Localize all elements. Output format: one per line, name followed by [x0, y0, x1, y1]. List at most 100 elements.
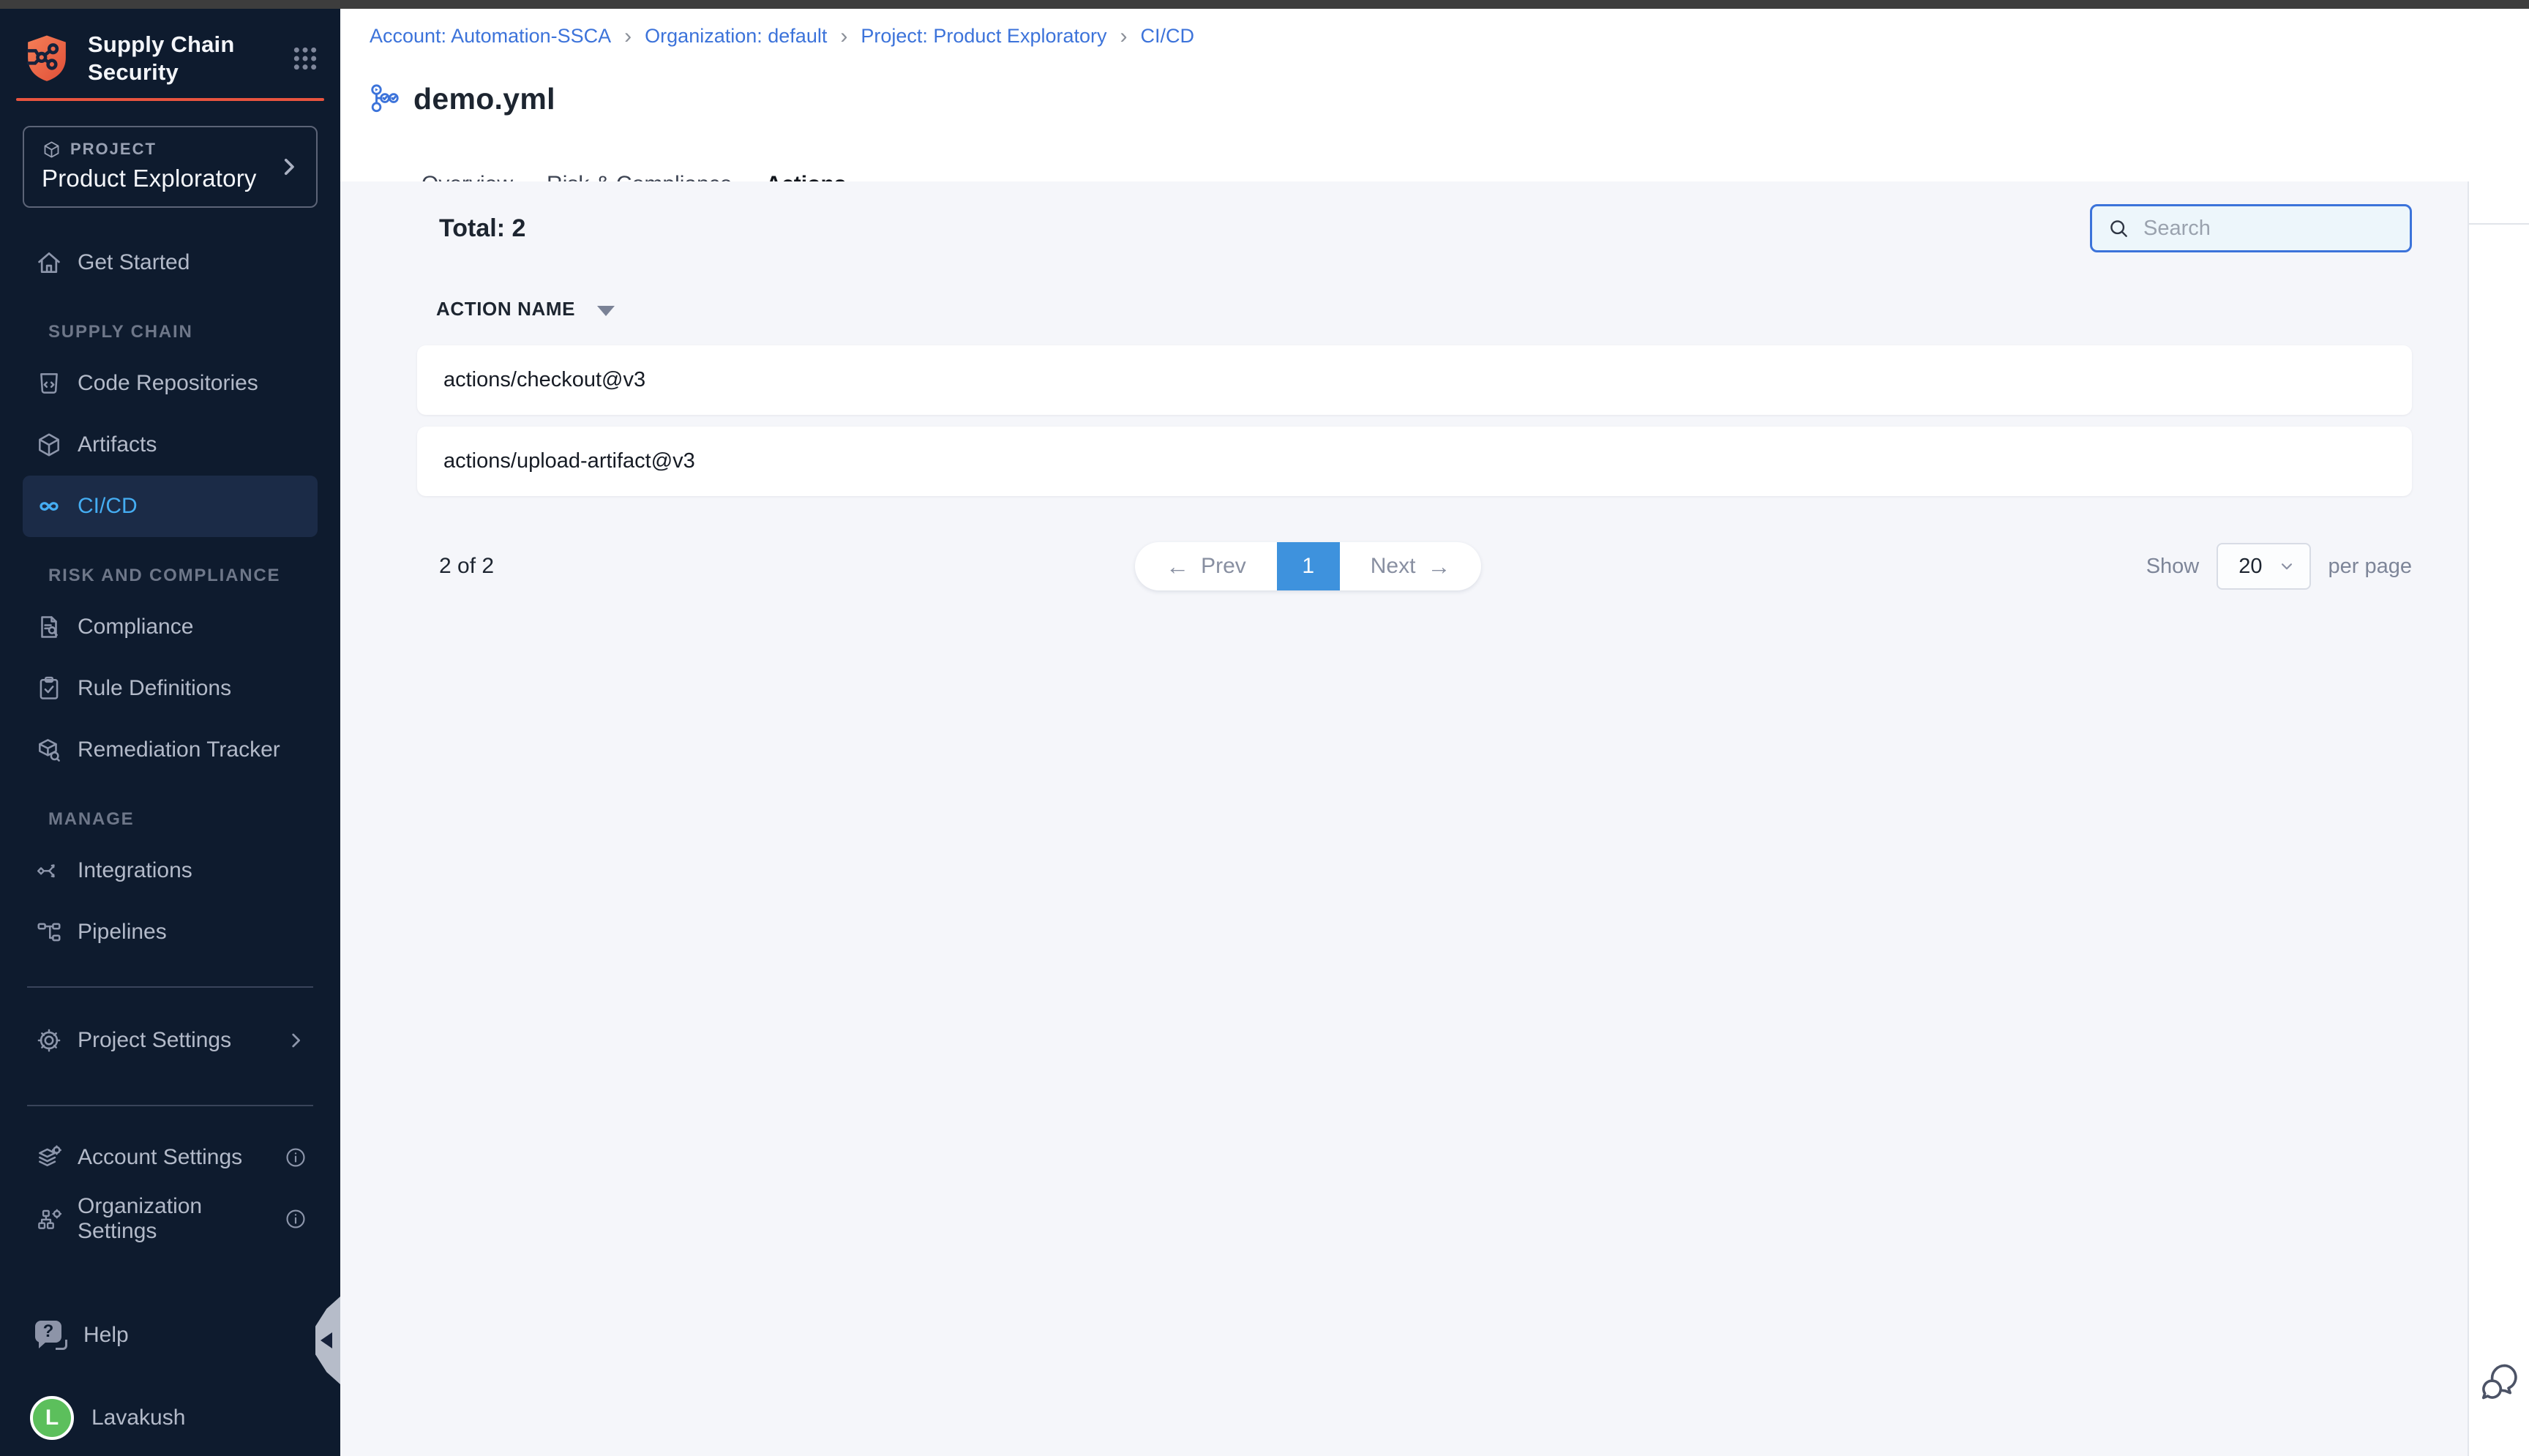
table-header-action-name[interactable]: ACTION NAME — [436, 298, 2468, 320]
sidebar-item-rule-definitions[interactable]: Rule Definitions — [23, 658, 318, 719]
info-icon[interactable] — [284, 1207, 307, 1231]
breadcrumb-separator: › — [1120, 26, 1128, 48]
section-label-supply-chain: SUPPLY CHAIN — [23, 322, 318, 342]
breadcrumb-link-organization[interactable]: Organization: default — [645, 25, 827, 48]
support-chat-icon[interactable] — [2478, 1359, 2520, 1402]
layers-gear-icon — [35, 1144, 63, 1171]
project-cube-icon — [42, 140, 61, 160]
sidebar-item-compliance[interactable]: Compliance — [23, 596, 318, 658]
infinity-icon — [35, 492, 63, 520]
section-label-manage: MANAGE — [23, 809, 318, 830]
project-name: Product Exploratory — [42, 165, 299, 192]
home-icon — [35, 249, 63, 277]
sidebar-item-project-settings[interactable]: Project Settings — [23, 1010, 318, 1071]
breadcrumb-separator: › — [840, 26, 847, 48]
next-page-button[interactable]: Next → — [1340, 542, 1482, 590]
cube-icon — [35, 431, 63, 459]
sidebar-item-label: CI/CD — [78, 494, 138, 519]
sidebar-item-remediation-tracker[interactable]: Remediation Tracker — [23, 719, 318, 781]
box-wrench-icon — [35, 736, 63, 764]
page-title-row: demo.yml — [340, 48, 2529, 137]
chevron-down-icon — [2277, 557, 2296, 576]
table-row[interactable]: actions/checkout@v3 — [417, 345, 2412, 415]
sidebar-item-label: Account Settings — [78, 1145, 242, 1170]
sidebar-item-label: Rule Definitions — [78, 676, 231, 701]
sidebar-item-cicd[interactable]: CI/CD — [23, 476, 318, 537]
search-input[interactable] — [2142, 216, 2395, 241]
app-title: Supply Chain Security — [88, 31, 291, 86]
toolbar: Total: 2 — [340, 181, 2468, 252]
sidebar-item-label: Organization Settings — [78, 1194, 284, 1244]
search-box[interactable] — [2090, 204, 2412, 252]
avatar: L — [30, 1396, 74, 1440]
sidebar-item-label: Code Repositories — [78, 371, 258, 396]
page-number-button[interactable]: 1 — [1277, 542, 1340, 590]
sidebar-item-get-started[interactable]: Get Started — [23, 232, 318, 293]
table-row[interactable]: actions/upload-artifact@v3 — [417, 427, 2412, 496]
total-count-label: Total: 2 — [439, 214, 525, 243]
breadcrumb-link-account[interactable]: Account: Automation-SSCA — [370, 25, 611, 48]
sidebar-item-label: Project Settings — [78, 1028, 231, 1053]
gear-icon — [35, 1027, 63, 1054]
breadcrumb-link-cicd[interactable]: CI/CD — [1141, 25, 1195, 48]
chevron-right-icon — [277, 154, 301, 179]
per-page-label: per page — [2328, 555, 2413, 579]
sidebar-item-code-repositories[interactable]: Code Repositories — [23, 353, 318, 414]
project-selector[interactable]: PROJECT Product Exploratory — [23, 126, 318, 208]
sidebar-divider — [27, 986, 313, 988]
column-header-label: ACTION NAME — [436, 298, 575, 320]
page-title: demo.yml — [413, 82, 555, 116]
app-logo-row: Supply Chain Security — [0, 9, 340, 86]
sidebar-item-label: Pipelines — [78, 920, 167, 945]
page-range-label: 2 of 2 — [439, 554, 494, 579]
user-menu[interactable]: L Lavakush — [23, 1389, 318, 1447]
actions-tab-content: Total: 2 ACTION NAME actions/checkout@v3… — [340, 181, 2469, 1456]
sidebar-item-help[interactable]: ? Help — [23, 1306, 318, 1365]
sidebar-item-label: Remediation Tracker — [78, 738, 280, 762]
sidebar-item-artifacts[interactable]: Artifacts — [23, 414, 318, 476]
sidebar-divider — [27, 1105, 313, 1106]
sidebar-item-label: Artifacts — [78, 432, 157, 457]
help-label: Help — [83, 1323, 129, 1348]
page-size-group: Show 20 per page — [2146, 543, 2412, 590]
page-size-select[interactable]: 20 — [2217, 543, 2310, 590]
sidebar: Supply Chain Security PROJECT Product Ex… — [0, 9, 340, 1456]
sidebar-item-organization-settings[interactable]: Organization Settings — [23, 1188, 318, 1250]
sidebar-item-label: Compliance — [78, 615, 193, 639]
arrow-left-icon: ← — [1166, 553, 1189, 580]
info-icon[interactable] — [284, 1146, 307, 1169]
sidebar-item-label: Integrations — [78, 858, 192, 883]
clipboard-check-icon — [35, 675, 63, 702]
breadcrumb: Account: Automation-SSCA › Organization:… — [340, 9, 2529, 48]
app-switcher-grid-icon[interactable] — [291, 44, 320, 73]
action-name-cell: actions/upload-artifact@v3 — [443, 449, 695, 473]
workflow-pipeline-icon — [368, 83, 402, 116]
section-label-risk-and-compliance: RISK AND COMPLIANCE — [23, 566, 318, 586]
document-search-icon — [35, 613, 63, 641]
pipeline-nodes-icon — [35, 918, 63, 946]
sidebar-item-label: Get Started — [78, 250, 190, 275]
main-area: Account: Automation-SSCA › Organization:… — [340, 9, 2529, 1456]
arrow-right-icon: → — [1427, 553, 1450, 580]
sidebar-nav: Get Started SUPPLY CHAIN Code Repositori… — [0, 232, 340, 1250]
search-icon — [2107, 217, 2130, 240]
user-name: Lavakush — [91, 1406, 185, 1430]
breadcrumb-link-project[interactable]: Project: Product Exploratory — [861, 25, 1106, 48]
prev-page-button[interactable]: ← Prev — [1135, 542, 1277, 590]
sidebar-item-account-settings[interactable]: Account Settings — [23, 1127, 318, 1188]
shield-logo-icon — [23, 33, 70, 84]
show-label: Show — [2146, 555, 2200, 579]
sidebar-item-pipelines[interactable]: Pipelines — [23, 901, 318, 963]
repository-icon — [35, 369, 63, 397]
org-chart-gear-icon — [35, 1205, 63, 1233]
chevron-right-icon — [284, 1029, 307, 1052]
help-chat-icon: ? — [35, 1321, 67, 1350]
brand-accent-divider — [16, 98, 324, 101]
project-kicker-label: PROJECT — [70, 140, 157, 159]
breadcrumb-separator: › — [624, 26, 632, 48]
sidebar-collapse-handle[interactable] — [315, 1296, 340, 1384]
sidebar-item-integrations[interactable]: Integrations — [23, 840, 318, 901]
pagination-row: 2 of 2 ← Prev 1 Next → Show 20 per page — [439, 542, 2412, 590]
page-size-value: 20 — [2238, 555, 2262, 579]
sort-caret-icon — [597, 306, 615, 316]
